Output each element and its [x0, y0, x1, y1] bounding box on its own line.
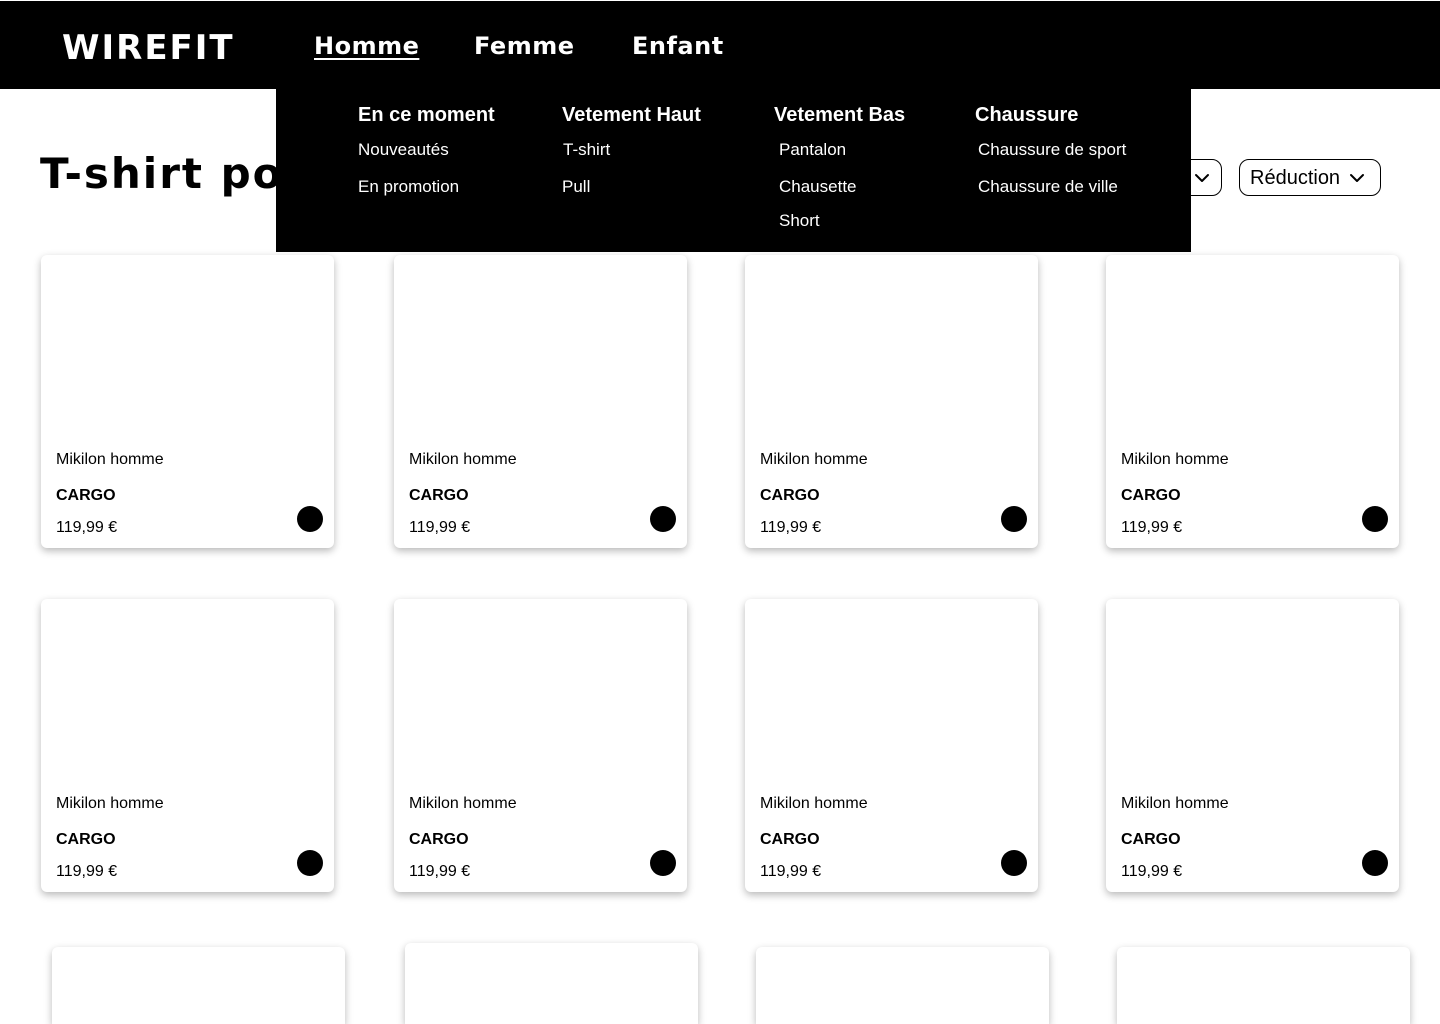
- product-name: Mikilon homme: [409, 451, 517, 468]
- product-card[interactable]: Mikilon homme CARGO 119,99 €: [41, 599, 334, 892]
- nav-femme[interactable]: Femme: [474, 31, 575, 61]
- product-name: Mikilon homme: [56, 451, 164, 468]
- logo[interactable]: WIREFIT: [62, 28, 235, 68]
- product-price: 119,99 €: [1121, 519, 1183, 536]
- product-name: Mikilon homme: [409, 795, 517, 812]
- header-bar: WIREFIT Homme Femme Enfant: [0, 1, 1440, 89]
- chevron-down-icon: [1350, 173, 1365, 182]
- nav-enfant[interactable]: Enfant: [632, 31, 724, 61]
- mega-menu: En ce moment Nouveautés En promotion Vet…: [276, 89, 1191, 252]
- menu-item-t-shirt[interactable]: T-shirt: [563, 139, 610, 161]
- color-swatch[interactable]: [1362, 506, 1388, 532]
- product-name: Mikilon homme: [1121, 795, 1229, 812]
- product-name: Mikilon homme: [56, 795, 164, 812]
- menu-item-chaussure-de-ville[interactable]: Chaussure de ville: [978, 176, 1118, 198]
- color-swatch[interactable]: [297, 506, 323, 532]
- product-card[interactable]: [405, 943, 698, 1024]
- product-card[interactable]: Mikilon homme CARGO 119,99 €: [394, 255, 687, 548]
- color-swatch[interactable]: [1001, 850, 1027, 876]
- reduction-label: Réduction: [1250, 166, 1341, 189]
- product-model: CARGO: [56, 487, 116, 504]
- menu-heading[interactable]: En ce moment: [358, 103, 495, 127]
- product-card[interactable]: [756, 947, 1049, 1024]
- product-card[interactable]: Mikilon homme CARGO 119,99 €: [745, 255, 1038, 548]
- page-title: T-shirt pou: [40, 149, 316, 198]
- product-price: 119,99 €: [760, 863, 822, 880]
- menu-item-pull[interactable]: Pull: [562, 176, 590, 198]
- product-name: Mikilon homme: [1121, 451, 1229, 468]
- product-card[interactable]: [1117, 947, 1410, 1024]
- product-name: Mikilon homme: [760, 451, 868, 468]
- product-model: CARGO: [1121, 487, 1181, 504]
- product-name: Mikilon homme: [760, 795, 868, 812]
- menu-heading[interactable]: Vetement Haut: [562, 103, 701, 127]
- menu-item-en-promotion[interactable]: En promotion: [358, 176, 459, 198]
- color-swatch[interactable]: [650, 850, 676, 876]
- menu-column-vetement-bas: Vetement Bas Pantalon Chausette Short: [774, 103, 905, 230]
- menu-column-vetement-haut: Vetement Haut T-shirt Pull: [562, 103, 701, 196]
- product-model: CARGO: [760, 831, 820, 848]
- color-swatch[interactable]: [650, 506, 676, 532]
- color-swatch[interactable]: [1001, 506, 1027, 532]
- product-model: CARGO: [1121, 831, 1181, 848]
- product-price: 119,99 €: [56, 863, 118, 880]
- product-price: 119,99 €: [760, 519, 822, 536]
- product-price: 119,99 €: [409, 863, 471, 880]
- product-model: CARGO: [760, 487, 820, 504]
- chevron-down-icon: [1195, 173, 1209, 182]
- menu-heading[interactable]: Chaussure: [975, 103, 1078, 127]
- product-price: 119,99 €: [1121, 863, 1183, 880]
- menu-heading[interactable]: Vetement Bas: [774, 103, 905, 127]
- menu-item-chaussure-de-sport[interactable]: Chaussure de sport: [978, 139, 1126, 161]
- nav-homme[interactable]: Homme: [314, 31, 419, 61]
- menu-item-pantalon[interactable]: Pantalon: [779, 139, 846, 161]
- product-price: 119,99 €: [56, 519, 118, 536]
- menu-column-en-ce-moment: En ce moment Nouveautés En promotion: [358, 103, 495, 196]
- menu-item-chausette[interactable]: Chausette: [779, 176, 857, 198]
- product-card[interactable]: Mikilon homme CARGO 119,99 €: [394, 599, 687, 892]
- product-card[interactable]: Mikilon homme CARGO 119,99 €: [1106, 255, 1399, 548]
- product-model: CARGO: [56, 831, 116, 848]
- menu-column-chaussure: Chaussure Chaussure de sport Chaussure d…: [975, 103, 1126, 196]
- color-swatch[interactable]: [1362, 850, 1388, 876]
- product-card[interactable]: Mikilon homme CARGO 119,99 €: [745, 599, 1038, 892]
- product-card[interactable]: [52, 947, 345, 1024]
- product-model: CARGO: [409, 831, 469, 848]
- product-model: CARGO: [409, 487, 469, 504]
- product-card[interactable]: Mikilon homme CARGO 119,99 €: [1106, 599, 1399, 892]
- color-swatch[interactable]: [297, 850, 323, 876]
- product-card[interactable]: Mikilon homme CARGO 119,99 €: [41, 255, 334, 548]
- reduction-dropdown[interactable]: Réduction: [1239, 159, 1381, 196]
- product-price: 119,99 €: [409, 519, 471, 536]
- menu-item-nouveautes[interactable]: Nouveautés: [358, 139, 449, 161]
- menu-item-short[interactable]: Short: [779, 210, 820, 232]
